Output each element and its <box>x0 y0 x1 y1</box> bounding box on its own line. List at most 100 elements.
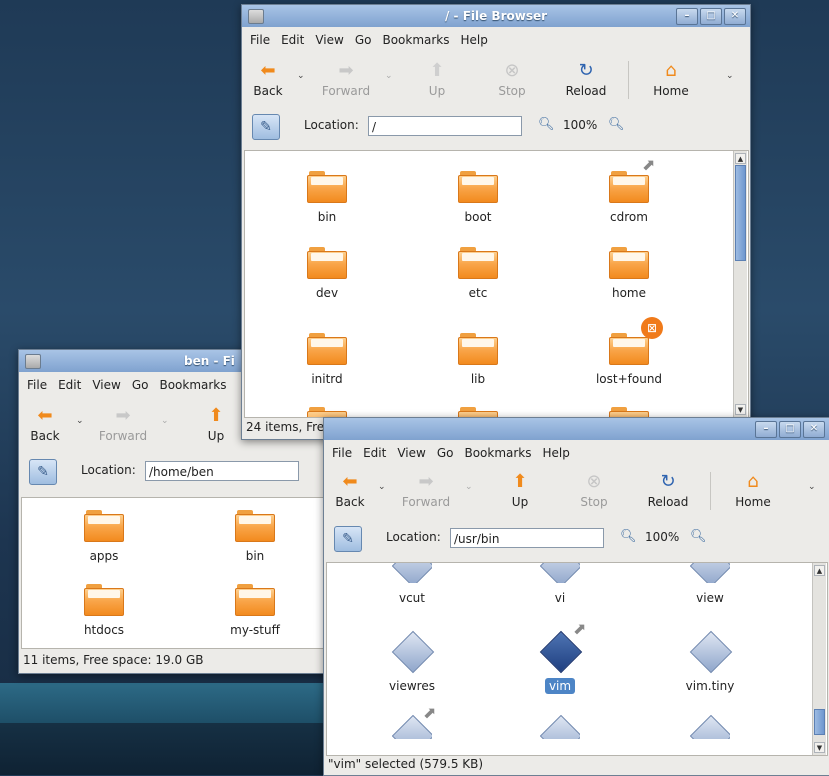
folder-item[interactable]: etc <box>428 247 528 300</box>
folder-item[interactable] <box>277 407 377 417</box>
menu-edit[interactable]: Edit <box>363 446 386 460</box>
root-titlebar[interactable]: / - File Browser – □ ✕ <box>242 5 750 27</box>
menu-edit[interactable]: Edit <box>281 33 304 47</box>
zoom-in-icon[interactable]: 🔍︎ <box>608 117 625 132</box>
menu-go[interactable]: Go <box>132 378 149 392</box>
forward-history-chevron-icon[interactable]: ⌄ <box>161 416 169 426</box>
minimize-icon[interactable]: – <box>676 8 698 25</box>
menu-bookmarks[interactable]: Bookmarks <box>382 33 449 47</box>
forward-history-chevron-icon[interactable]: ⌄ <box>385 71 393 81</box>
stop-button[interactable]: ⊗ Stop <box>574 472 614 510</box>
forward-button[interactable]: ➡ Forward <box>316 61 376 99</box>
reload-button[interactable]: ↻ Reload <box>562 61 610 99</box>
file-item-selected[interactable]: vim <box>510 630 610 694</box>
file-item[interactable] <box>660 715 760 739</box>
folder-item[interactable] <box>579 407 679 417</box>
scroll-down-icon[interactable]: ▼ <box>814 742 825 753</box>
forward-history-chevron-icon[interactable]: ⌄ <box>465 482 473 492</box>
file-item[interactable]: vim.tiny <box>660 630 760 693</box>
toolbar-overflow-chevron-icon[interactable]: ⌄ <box>808 482 816 492</box>
window-menu-icon[interactable] <box>248 9 264 24</box>
zoom-out-icon[interactable]: 🔍︎ <box>620 529 637 544</box>
stop-button[interactable]: ⊗ Stop <box>492 61 532 99</box>
usrbin-menubar: File Edit View Go Bookmarks Help <box>324 442 829 464</box>
folder-icon <box>458 171 498 203</box>
forward-button[interactable]: ➡ Forward <box>396 472 456 510</box>
menu-edit[interactable]: Edit <box>58 378 81 392</box>
folder-item[interactable]: boot <box>428 171 528 224</box>
usrbin-status-bar: "vim" selected (579.5 KB) <box>328 757 484 771</box>
scroll-up-icon[interactable]: ▲ <box>814 565 825 576</box>
up-button[interactable]: ⬆ Up <box>505 472 535 510</box>
menu-go[interactable]: Go <box>437 446 454 460</box>
menu-help[interactable]: Help <box>543 446 570 460</box>
location-edit-icon[interactable]: ✎ <box>29 459 57 485</box>
scroll-up-icon[interactable]: ▲ <box>735 153 746 164</box>
file-item[interactable]: viewres <box>362 630 462 693</box>
folder-icon <box>307 247 347 279</box>
menu-bookmarks[interactable]: Bookmarks <box>159 378 226 392</box>
location-input[interactable]: /home/ben <box>145 461 299 481</box>
zoom-out-icon[interactable]: 🔍︎ <box>538 117 555 132</box>
usrbin-titlebar[interactable]: – □ ✕ <box>324 418 829 440</box>
symlink-arrow-icon: ⬈ <box>573 619 587 638</box>
close-icon[interactable]: ✕ <box>803 421 825 438</box>
folder-item[interactable]: home <box>579 247 679 300</box>
root-scrollbar[interactable]: ▲ ▼ <box>733 151 747 417</box>
folder-item[interactable]: initrd <box>277 333 377 386</box>
up-button[interactable]: ⬆ Up <box>201 405 231 444</box>
folder-item[interactable]: lib <box>428 333 528 386</box>
file-item[interactable]: vi <box>510 563 610 605</box>
menu-view[interactable]: View <box>92 378 120 392</box>
close-icon[interactable]: ✕ <box>724 8 746 25</box>
back-history-chevron-icon[interactable]: ⌄ <box>378 482 386 492</box>
scroll-down-icon[interactable]: ▼ <box>735 404 746 415</box>
reload-button[interactable]: ↻ Reload <box>644 472 692 510</box>
folder-item[interactable]: htdocs <box>54 584 154 637</box>
toolbar-overflow-chevron-icon[interactable]: ⌄ <box>726 71 734 81</box>
zoom-in-icon[interactable]: 🔍︎ <box>690 529 707 544</box>
back-button[interactable]: ⬅ Back <box>250 61 286 99</box>
folder-item[interactable]: dev <box>277 247 377 300</box>
folder-item[interactable]: apps <box>54 510 154 563</box>
menu-file[interactable]: File <box>27 378 47 392</box>
location-edit-icon[interactable]: ✎ <box>334 526 362 552</box>
maximize-icon[interactable]: □ <box>779 421 801 438</box>
folder-item[interactable]: lost+found <box>579 333 679 386</box>
file-item[interactable]: view <box>660 563 760 605</box>
maximize-icon[interactable]: □ <box>700 8 722 25</box>
window-menu-icon[interactable] <box>25 354 41 369</box>
up-button[interactable]: ⬆ Up <box>422 61 452 99</box>
ben-location-bar: ✎ Location: /home/ben <box>19 453 349 489</box>
location-input[interactable]: / <box>368 116 522 136</box>
file-item[interactable] <box>362 715 462 739</box>
menu-bookmarks[interactable]: Bookmarks <box>464 446 531 460</box>
menu-view[interactable]: View <box>397 446 425 460</box>
folder-item[interactable]: cdrom <box>579 171 679 224</box>
folder-item[interactable]: my-stuff <box>205 584 305 637</box>
folder-item[interactable]: bin <box>205 510 305 563</box>
location-input[interactable]: /usr/bin <box>450 528 604 548</box>
forward-button[interactable]: ➡ Forward <box>93 406 153 444</box>
back-history-chevron-icon[interactable]: ⌄ <box>76 416 84 426</box>
folder-item[interactable] <box>428 407 528 417</box>
back-button[interactable]: ⬅ Back <box>27 406 63 444</box>
file-item[interactable] <box>510 715 610 739</box>
menu-go[interactable]: Go <box>355 33 372 47</box>
menu-help[interactable]: Help <box>461 33 488 47</box>
scrollbar-thumb[interactable] <box>735 165 746 261</box>
folder-item[interactable]: bin <box>277 171 377 224</box>
menu-file[interactable]: File <box>332 446 352 460</box>
back-button[interactable]: ⬅ Back <box>332 472 368 510</box>
back-history-chevron-icon[interactable]: ⌄ <box>297 71 305 81</box>
menu-file[interactable]: File <box>250 33 270 47</box>
home-button[interactable]: ⌂ Home <box>730 472 776 510</box>
location-edit-icon[interactable]: ✎ <box>252 114 280 140</box>
scrollbar-thumb[interactable] <box>814 709 825 735</box>
usrbin-scrollbar[interactable]: ▲ ▼ <box>812 563 826 755</box>
file-item[interactable]: vcut <box>362 563 462 605</box>
home-button[interactable]: ⌂ Home <box>648 61 694 99</box>
minimize-icon[interactable]: – <box>755 421 777 438</box>
up-arrow-icon: ⬆ <box>208 405 224 426</box>
menu-view[interactable]: View <box>315 33 343 47</box>
